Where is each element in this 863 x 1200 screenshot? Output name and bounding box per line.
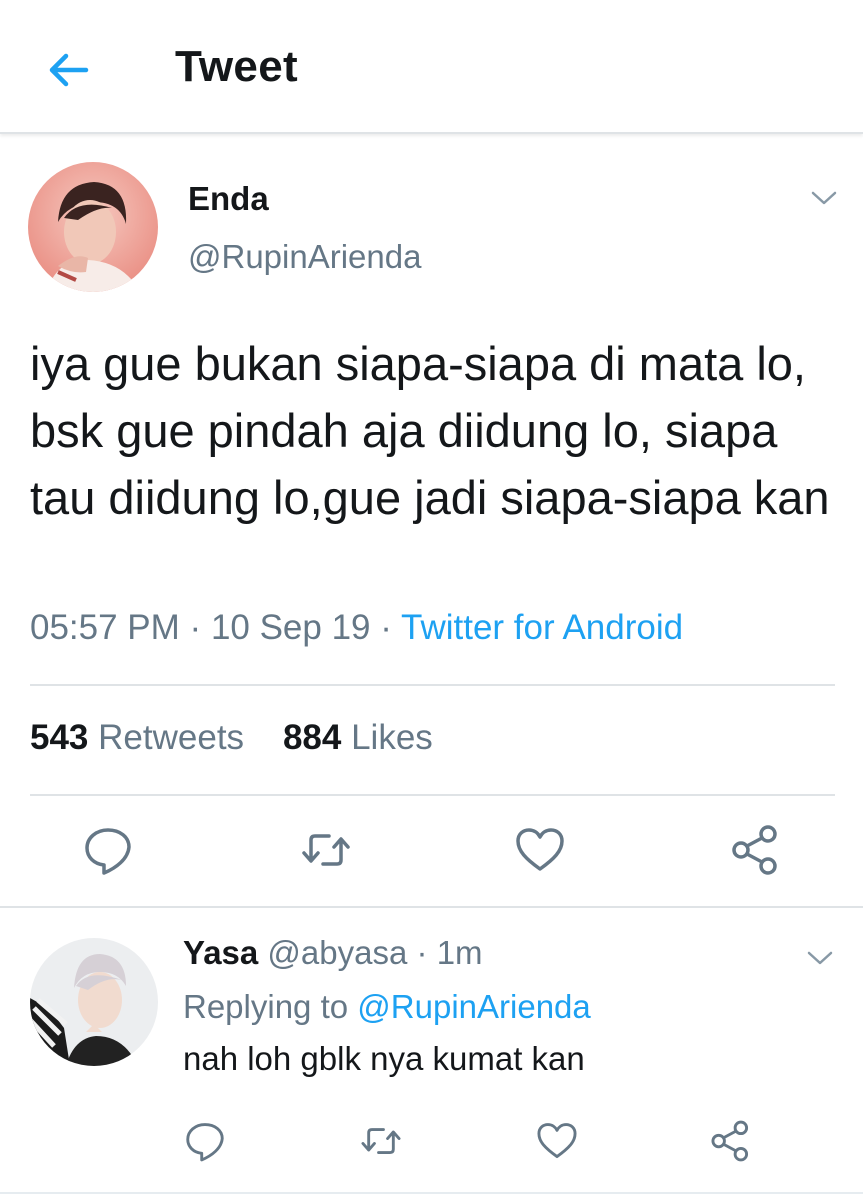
tweet-menu-button[interactable] (809, 188, 839, 208)
replying-to: Replying to @RupinArienda (183, 988, 591, 1026)
arrow-left-icon (49, 53, 89, 87)
heart-icon (516, 828, 564, 871)
reply-like-button[interactable] (534, 1118, 580, 1164)
like-count: 884 (282, 718, 342, 757)
heart-icon (537, 1123, 577, 1159)
divider (30, 794, 835, 796)
reply-author-name[interactable]: Yasa (183, 934, 258, 971)
section-separator (0, 906, 863, 908)
likes-stat[interactable]: 884 Likes (283, 718, 433, 757)
reply-icon (186, 1123, 224, 1162)
reply-retweet-button[interactable] (358, 1118, 404, 1164)
reply-header: Yasa @abyasa · 1m (183, 934, 483, 972)
retweet-icon (302, 834, 350, 866)
reply-menu-button[interactable] (805, 948, 835, 968)
reply-icon (85, 828, 131, 875)
avatar[interactable] (28, 162, 158, 292)
reply-time: 1m (436, 934, 483, 971)
retweets-label: Retweets (98, 718, 245, 757)
tweet-text: iya gue bukan siapa-siapa di mata lo, bs… (30, 337, 830, 524)
tweet-stats: 543 Retweets 884 Likes (30, 718, 433, 758)
chevron-down-icon (811, 191, 837, 205)
replying-to-prefix: Replying to (183, 988, 349, 1025)
top-bar: Tweet (0, 0, 863, 134)
reply-text: nah loh gblk nya kumat kan (183, 1040, 585, 1077)
tweet-meta: 05:57 PM · 10 Sep 19 · Twitter for Andro… (30, 608, 683, 648)
bottom-divider (0, 1192, 863, 1194)
retweet-icon (361, 1128, 401, 1154)
share-icon (711, 1120, 749, 1162)
reply-reply-button[interactable] (182, 1118, 228, 1164)
tweet-time: 05:57 PM (30, 608, 180, 647)
replying-to-mention[interactable]: @RupinArienda (357, 988, 590, 1025)
retweet-button[interactable] (298, 822, 354, 878)
retweet-count: 543 (30, 718, 89, 757)
reply-author-handle[interactable]: @abyasa (267, 934, 407, 971)
author-handle[interactable]: @RupinArienda (188, 238, 421, 276)
author-name[interactable]: Enda (188, 180, 269, 218)
reply-share-button[interactable] (708, 1118, 754, 1164)
share-button[interactable] (728, 822, 784, 878)
meta-separator: · (189, 608, 202, 647)
likes-label: Likes (351, 718, 433, 757)
reply-button[interactable] (80, 822, 136, 878)
retweets-stat[interactable]: 543 Retweets (30, 718, 244, 757)
share-icon (732, 825, 777, 875)
chevron-down-icon (807, 951, 833, 965)
divider (30, 684, 835, 686)
page-title: Tweet (175, 42, 298, 91)
meta-separator: · (380, 608, 392, 647)
tweet-source-link[interactable]: Twitter for Android (401, 608, 683, 647)
reply-avatar[interactable] (30, 938, 158, 1066)
meta-separator: · (416, 934, 428, 971)
tweet-date: 10 Sep 19 (210, 608, 371, 647)
like-button[interactable] (512, 822, 568, 878)
back-button[interactable] (44, 46, 92, 94)
